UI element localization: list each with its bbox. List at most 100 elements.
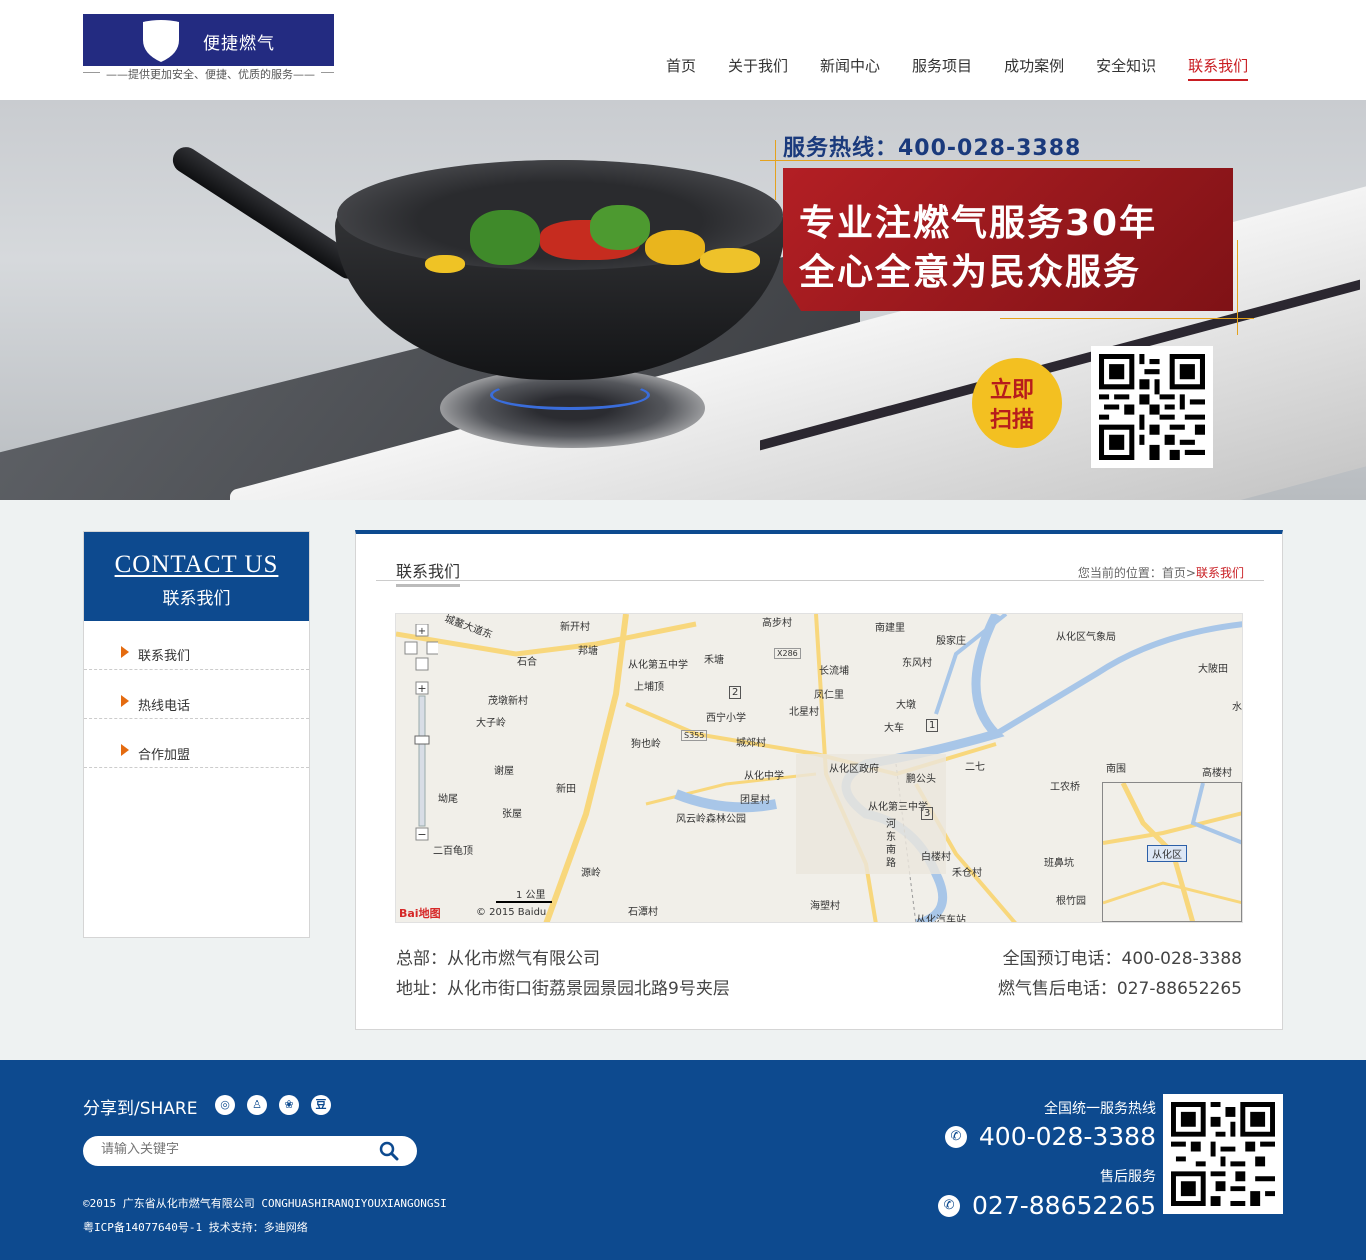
site-footer: 分享到/SHARE ◎ ♙ ❀ 豆 ©2015 广东省从化市燃气有限公司 CON… <box>0 1060 1366 1260</box>
search-box <box>83 1136 417 1166</box>
map-label: 凤仁里 <box>814 690 844 701</box>
site-header: 便捷燃气 ——提供更加安全、便捷、优质的服务—— 首页 关于我们 新闻中心 服务… <box>0 0 1366 100</box>
sidebar-item-hotline[interactable]: 热线电话 <box>84 670 309 719</box>
sidebar: CONTACT US 联系我们 联系我们 热线电话 合作加盟 <box>83 531 310 938</box>
copyright-text: ©2015 广东省从化市燃气有限公司 CONGHUASHIRANQIYOUXIA… <box>83 1197 447 1210</box>
map-label: 谢屋 <box>494 766 514 777</box>
vegetables-image <box>425 255 465 273</box>
copyright-block: ©2015 广东省从化市燃气有限公司 CONGHUASHIRANQIYOUXIA… <box>83 1192 447 1240</box>
logo[interactable]: 便捷燃气 <box>83 14 334 66</box>
map-label: 风云岭森林公园 <box>676 814 746 825</box>
map-label: 南建里 <box>875 623 905 634</box>
nav-services[interactable]: 服务项目 <box>912 55 972 81</box>
map-label: 团星村 <box>740 795 770 806</box>
weibo-icon[interactable]: ◎ <box>215 1095 235 1115</box>
footer-qr-code[interactable] <box>1163 1094 1283 1214</box>
map-label: 大车 <box>884 723 904 734</box>
banner-slogan-box: 专业注燃气服务30年 全心全意为民众服务 <box>783 168 1233 311</box>
map-label: 从化区政府 <box>829 764 879 775</box>
map-label: 东风村 <box>902 658 932 669</box>
hotline-number: ✆ 400-028-3388 <box>944 1122 1156 1151</box>
booking-phone-text: 全国预订电话：400-028-3388 <box>1002 949 1242 969</box>
map-overview[interactable]: 从化区 <box>1102 782 1242 922</box>
vegetables-image <box>470 210 540 265</box>
map-label: 二百龟顶 <box>433 846 473 857</box>
map-label: 工农桥 <box>1050 782 1080 793</box>
map-label: 大陂田 <box>1198 664 1228 675</box>
icp-text: 粤ICP备14077640号-1 技术支持：多迪网络 <box>83 1221 308 1234</box>
map-overview-label: 从化区 <box>1147 845 1187 862</box>
shield-icon <box>143 20 179 62</box>
gold-line <box>775 140 776 200</box>
share-icons: ◎ ♙ ❀ 豆 <box>215 1095 343 1115</box>
map-label: 鹏公头 <box>906 774 936 785</box>
map-label: 禾仓村 <box>952 868 982 879</box>
nav-contact[interactable]: 联系我们 <box>1188 55 1249 81</box>
svg-text:+: + <box>418 626 426 637</box>
map-label: S355 <box>681 730 708 741</box>
map-scale: 1 公里 <box>496 886 552 903</box>
vegetables-image <box>645 230 705 265</box>
nav-news[interactable]: 新闻中心 <box>820 55 880 81</box>
aftersale-phone-text: 燃气售后电话：027-88652265 <box>997 979 1242 999</box>
baidu-icon[interactable]: ❀ <box>279 1095 299 1115</box>
breadcrumb: 您当前的位置：首页>联系我们 <box>1078 564 1244 581</box>
qr-code-icon <box>1099 354 1205 460</box>
map-label: 新田 <box>556 784 576 795</box>
banner-hotline: 服务热线：400-028-3388 <box>783 136 1082 161</box>
qq-icon[interactable]: ♙ <box>247 1095 267 1115</box>
gold-line <box>1000 318 1254 319</box>
vegetables-image <box>590 205 650 250</box>
breadcrumb-prefix[interactable]: 您当前的位置：首页> <box>1078 566 1196 580</box>
aftersale-value: 027-88652265 <box>972 1191 1156 1220</box>
location-map[interactable]: 城鳌大道东 新开村 高步村 南建里 殷家庄 从化区气象局 石合 邦塘 从化第五中… <box>395 613 1243 923</box>
map-label: 高楼村 <box>1202 768 1232 779</box>
sidebar-item-label: 联系我们 <box>138 649 191 664</box>
map-label: 北星村 <box>789 707 819 718</box>
map-label: 2 <box>729 686 742 699</box>
map-label: 1 <box>926 719 939 732</box>
map-label: 水 <box>1232 702 1242 713</box>
map-zoom-control[interactable]: + + − <box>404 624 438 844</box>
map-label: 石潭村 <box>628 907 658 918</box>
banner-qr-code[interactable] <box>1091 346 1213 468</box>
breadcrumb-current: 联系我们 <box>1195 566 1244 580</box>
address-text: 地址：从化市街口街荔景园景园北路9号夹层 <box>396 979 730 999</box>
nav-about[interactable]: 关于我们 <box>728 55 788 81</box>
map-label: 西宁小学 <box>706 713 746 724</box>
map-label: X286 <box>774 648 801 659</box>
sidebar-item-contact[interactable]: 联系我们 <box>84 621 309 670</box>
phone-icon: ✆ <box>938 1194 961 1217</box>
phone-icon: ✆ <box>944 1125 967 1148</box>
map-label: 狗也岭 <box>631 739 661 750</box>
main-nav: 首页 关于我们 新闻中心 服务项目 成功案例 安全知识 联系我们 <box>650 55 1264 81</box>
qr-code-icon <box>1171 1102 1275 1206</box>
sidebar-item-franchise[interactable]: 合作加盟 <box>84 719 309 768</box>
map-label: 长流埔 <box>819 666 849 677</box>
banner-slogan-line1: 专业注燃气服务30年 <box>799 203 1158 244</box>
map-label: 从化第三中学 <box>868 802 928 813</box>
svg-text:−: − <box>417 828 426 841</box>
content-title: 联系我们 <box>396 558 461 587</box>
search-input[interactable] <box>101 1142 361 1157</box>
nav-home[interactable]: 首页 <box>666 55 696 81</box>
map-label: 新开村 <box>560 622 590 633</box>
nav-cases[interactable]: 成功案例 <box>1004 55 1064 81</box>
map-label: 白楼村 <box>921 852 951 863</box>
map-label: 城郊村 <box>736 738 766 749</box>
sidebar-list: 联系我们 热线电话 合作加盟 <box>84 621 309 768</box>
map-label: 班鼻坑 <box>1044 858 1074 869</box>
search-icon[interactable] <box>379 1141 399 1161</box>
map-label: 大墩 <box>896 700 916 711</box>
flame-image <box>490 380 650 410</box>
share-label: 分享到/SHARE <box>83 1099 198 1119</box>
map-label: 源岭 <box>581 868 601 879</box>
scan-line1: 立即 <box>990 378 1035 403</box>
scan-bubble: 立即 扫描 <box>972 358 1062 448</box>
nav-safety[interactable]: 安全知识 <box>1096 55 1156 81</box>
gold-line <box>1237 240 1238 335</box>
map-label: 从化区气象局 <box>1056 632 1116 643</box>
arrow-right-icon <box>121 695 129 707</box>
douban-icon[interactable]: 豆 <box>311 1095 331 1115</box>
map-label: 茂墩新村 <box>488 696 528 707</box>
